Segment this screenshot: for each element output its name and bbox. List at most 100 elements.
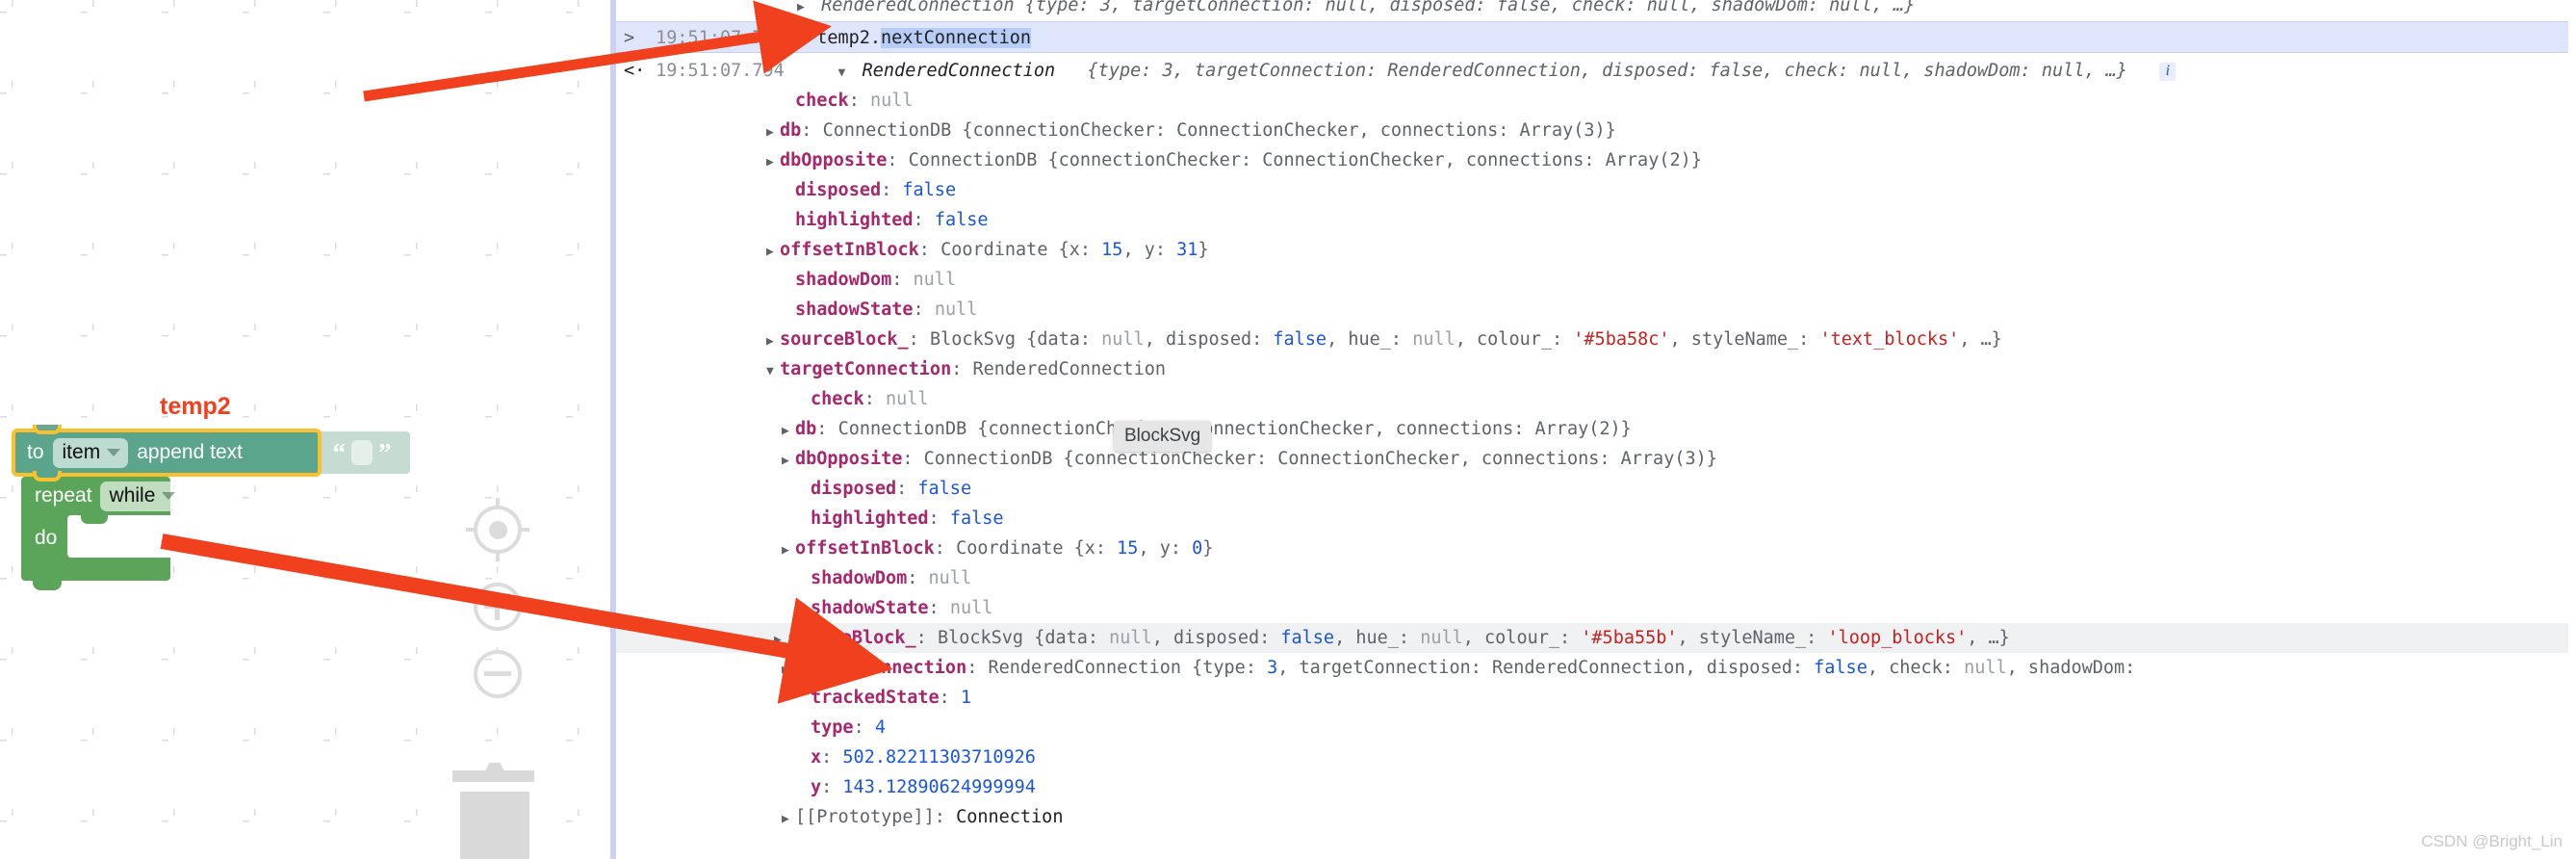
console-property-row[interactable]: disposed: false: [624, 474, 2576, 504]
loop-header-row: repeat while: [21, 477, 184, 515]
trash-can-icon[interactable]: [460, 792, 529, 859]
console-property-rows: check: nulldb: ConnectionDB {connectionC…: [616, 86, 2576, 832]
info-badge-icon[interactable]: i: [2159, 62, 2177, 81]
expand-triangle-icon[interactable]: [782, 446, 795, 476]
block-text-string[interactable]: “ ”: [314, 431, 410, 474]
property-name: trackedState: [811, 688, 940, 708]
property-colon: :: [928, 508, 950, 529]
console-property-row[interactable]: shadowDom: null: [624, 563, 2576, 593]
expand-triangle-icon[interactable]: [782, 416, 795, 446]
property-preview: {type: 3, targetConnection: RenderedConn…: [1192, 658, 2136, 678]
console-property-row[interactable]: dbOpposite: ConnectionDB {connectionChec…: [624, 444, 2576, 474]
console-property-row[interactable]: disposed: false: [624, 175, 2576, 205]
console-property-row[interactable]: type: 4: [624, 713, 2576, 742]
console-property-row[interactable]: [[Prototype]]: Connection: [624, 802, 2576, 832]
property-value: false: [902, 180, 957, 200]
crosshair-tick-right: [518, 528, 529, 532]
property-colon: :: [801, 120, 823, 141]
append-action-label: append text: [137, 441, 243, 463]
property-preview: {data: null, disposed: false, hue_: null…: [1026, 329, 2002, 350]
property-colon: :: [913, 210, 935, 230]
console-property-row[interactable]: check: null: [624, 384, 2576, 414]
append-prefix-label: to: [27, 441, 44, 463]
property-name: highlighted: [795, 210, 914, 230]
loop-mode-dropdown[interactable]: while: [99, 481, 184, 511]
console-property-row[interactable]: y: 143.12890624999994: [624, 772, 2576, 802]
console-property-row[interactable]: trackedState: 1: [624, 683, 2576, 713]
loop-do-label: do: [35, 527, 58, 549]
string-text-input[interactable]: [351, 440, 373, 465]
expand-triangle-icon[interactable]: [797, 2, 811, 13]
console-command-row[interactable]: > 19:51:07.781 temp2.nextConnection: [616, 21, 2568, 53]
property-name: dbOpposite: [780, 150, 888, 170]
console-property-row[interactable]: shadowState: null: [624, 593, 2576, 623]
console-property-row[interactable]: db: ConnectionDB {connectionChecker: Con…: [624, 116, 2576, 145]
console-property-row[interactable]: sourceBlock_: BlockSvg {data: null, disp…: [616, 623, 2568, 653]
property-colon: :: [928, 598, 950, 618]
expand-triangle-icon[interactable]: [766, 117, 780, 147]
property-colon: :: [891, 270, 914, 290]
devtools-console-panel[interactable]: RenderedConnection {type: 3, targetConne…: [616, 0, 2576, 859]
block-append-text[interactable]: to item append text: [13, 430, 320, 475]
expand-triangle-icon[interactable]: [782, 655, 795, 685]
console-property-row[interactable]: x: 502.82211303710926: [624, 742, 2576, 772]
expand-triangle-icon[interactable]: [774, 625, 787, 655]
loop-prefix-label: repeat: [35, 484, 92, 507]
console-property-row[interactable]: highlighted: false: [624, 205, 2576, 235]
console-property-row[interactable]: db: ConnectionDB {connectionChecker: Con…: [624, 414, 2576, 444]
property-name: y: [811, 777, 822, 797]
expand-triangle-icon[interactable]: [766, 326, 780, 356]
console-property-row[interactable]: check: null: [624, 86, 2576, 116]
console-property-row[interactable]: shadowDom: null: [624, 265, 2576, 295]
console-scrollbar-track[interactable]: [585, 0, 1190, 859]
expand-triangle-icon[interactable]: [782, 535, 795, 565]
temp2-annotation-label: temp2: [160, 393, 231, 420]
block-repeat-while[interactable]: repeat while do: [21, 477, 184, 581]
chevron-down-icon: [107, 448, 121, 456]
blockly-workspace[interactable]: temp2 repeat while do “ ” to item append…: [0, 0, 616, 859]
console-property-row[interactable]: offsetInBlock: Coordinate {x: 15, y: 31}: [624, 235, 2576, 265]
property-colon: :: [887, 150, 909, 170]
property-constructor: Coordinate: [940, 240, 1048, 260]
selection-notch-top: [33, 425, 62, 434]
result-timestamp: 19:51:07.794: [656, 61, 785, 81]
result-preview: {type: 3, targetConnection: RenderedConn…: [1087, 61, 2127, 81]
trash-can-lid-icon: [452, 770, 534, 782]
console-property-row[interactable]: targetConnection: RenderedConnection: [624, 354, 2576, 384]
console-property-row[interactable]: highlighted: false: [624, 504, 2576, 534]
minus-icon: [484, 671, 511, 676]
console-property-row[interactable]: shadowState: null: [624, 295, 2576, 325]
property-name: db: [795, 419, 817, 439]
property-colon: :: [863, 389, 886, 409]
property-value: null: [869, 91, 914, 111]
property-preview: {x: 15, y: 31}: [1058, 240, 1209, 260]
property-name: sourceBlock_: [780, 329, 909, 350]
watermark-label: CSDN @Bright_Lin: [2421, 832, 2563, 850]
console-row-cutoff[interactable]: RenderedConnection {type: 3, targetConne…: [624, 0, 2576, 21]
property-colon: :: [816, 419, 838, 439]
property-value: null: [949, 598, 993, 618]
collapse-triangle-icon[interactable]: [838, 58, 852, 88]
console-property-row[interactable]: dbOpposite: ConnectionDB {connectionChec…: [624, 145, 2576, 175]
property-name: disposed: [795, 180, 882, 200]
console-property-row[interactable]: targetConnection: RenderedConnection {ty…: [624, 653, 2576, 683]
property-name: x: [811, 747, 822, 768]
console-property-row[interactable]: offsetInBlock: Coordinate {x: 15, y: 0}: [624, 534, 2576, 563]
console-property-row[interactable]: sourceBlock_: BlockSvg {data: null, disp…: [624, 325, 2576, 354]
expand-triangle-icon[interactable]: [766, 147, 780, 177]
expand-triangle-icon[interactable]: [782, 804, 795, 834]
crosshair-tick-left: [466, 528, 477, 532]
append-variable-dropdown[interactable]: item: [52, 437, 129, 468]
property-value: false: [917, 479, 972, 499]
property-constructor: ConnectionDB: [923, 449, 1053, 469]
console-result-header-row[interactable]: <· 19:51:07.794 RenderedConnection {type…: [624, 56, 2576, 86]
expand-triangle-icon[interactable]: [766, 237, 780, 267]
property-colon: :: [915, 628, 938, 648]
property-preview: {x: 15, y: 0}: [1073, 538, 1214, 559]
property-value: null: [934, 299, 978, 320]
property-preview: {connectionChecker: ConnectionChecker, c…: [1063, 449, 1717, 469]
command-text-selected[interactable]: nextConnection: [881, 28, 1031, 48]
property-name: type: [811, 717, 854, 738]
collapse-triangle-icon[interactable]: [766, 356, 780, 386]
append-variable-value: item: [62, 440, 101, 463]
